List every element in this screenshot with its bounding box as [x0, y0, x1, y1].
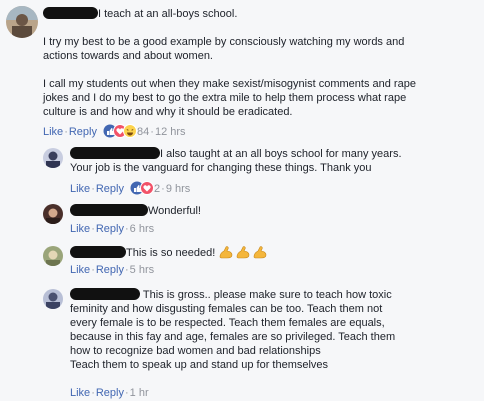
- redacted-author-name: [43, 7, 98, 19]
- love-reaction-icon: [140, 181, 155, 195]
- reply-line-6: Teach them to speak up and stand up for …: [70, 359, 329, 371]
- reply-body: This is so needed!: [70, 245, 268, 263]
- avatar[interactable]: [43, 289, 63, 309]
- redacted-author-name: [70, 204, 148, 216]
- reply-line-2: feminity and how disgusting females can …: [70, 303, 383, 315]
- avatar[interactable]: [43, 246, 63, 266]
- reaction-count: 84: [137, 126, 150, 138]
- reply-line-1: I also taught at an all boys school for …: [70, 147, 402, 161]
- redacted-author-name: [70, 288, 140, 300]
- reply-link[interactable]: Reply: [96, 183, 124, 195]
- reply-line-1: Wonderful!: [70, 204, 201, 218]
- timestamp[interactable]: 1 hr: [130, 387, 149, 399]
- reply-link[interactable]: Reply: [96, 264, 124, 276]
- reactions[interactable]: [103, 124, 138, 142]
- reactions[interactable]: [130, 181, 155, 199]
- like-link[interactable]: Like: [70, 223, 90, 235]
- reply-link[interactable]: Reply: [69, 126, 97, 138]
- comment-actions: Like·Reply 84·12 hrs: [43, 124, 186, 142]
- timestamp[interactable]: 12 hrs: [155, 126, 186, 138]
- reply-actions: Like·Reply·6 hrs: [70, 223, 155, 235]
- timestamp[interactable]: 5 hrs: [130, 264, 154, 276]
- avatar[interactable]: [43, 148, 63, 168]
- like-link[interactable]: Like: [70, 264, 90, 276]
- reply-actions: Like·Reply 2·9 hrs: [70, 181, 190, 199]
- reply-line-5: how to recognize bad women and bad relat…: [70, 345, 321, 357]
- reply-line-3: every female is to be respected. Teach t…: [70, 317, 385, 329]
- comment-line-7: jokes and I do my best to go the extra m…: [43, 92, 407, 104]
- like-link[interactable]: Like: [43, 126, 63, 138]
- strong-arm-emoji: [218, 245, 268, 263]
- reply-actions: Like·Reply·5 hrs: [70, 264, 155, 276]
- redacted-author-name: [70, 246, 126, 258]
- comment-body: I teach at an all-boys school. I try my …: [43, 7, 416, 119]
- comment-line-3: I try my best to be a good example by co…: [43, 36, 405, 48]
- avatar[interactable]: [6, 6, 38, 38]
- avatar[interactable]: [43, 204, 63, 224]
- reply-line-1: This is so needed!: [70, 245, 268, 263]
- comment-line-6: I call my students out when they make se…: [43, 78, 416, 90]
- reply-line-4: because in this fay and age, females are…: [70, 331, 396, 343]
- reply-body: I also taught at an all boys school for …: [70, 147, 402, 175]
- like-link[interactable]: Like: [70, 183, 90, 195]
- reply-line-1: This is gross.. please make sure to teac…: [70, 288, 395, 302]
- reply-body: This is gross.. please make sure to teac…: [70, 288, 395, 372]
- reply-line-2: Your job is the vanguard for changing th…: [70, 162, 372, 174]
- timestamp[interactable]: 9 hrs: [166, 183, 190, 195]
- haha-reaction-icon: [123, 124, 138, 138]
- comment-line-4: actions towards and about women.: [43, 50, 213, 62]
- reply-link[interactable]: Reply: [96, 223, 124, 235]
- reply-body: Wonderful!: [70, 204, 201, 218]
- reply-actions: Like·Reply·1 hr: [70, 387, 149, 399]
- comment-line-8: culture is and how and why it should be …: [43, 106, 293, 118]
- like-link[interactable]: Like: [70, 387, 90, 399]
- redacted-author-name: [70, 147, 160, 159]
- timestamp[interactable]: 6 hrs: [130, 223, 154, 235]
- reply-link[interactable]: Reply: [96, 387, 124, 399]
- comment-line-1: I teach at an all-boys school.: [43, 7, 416, 21]
